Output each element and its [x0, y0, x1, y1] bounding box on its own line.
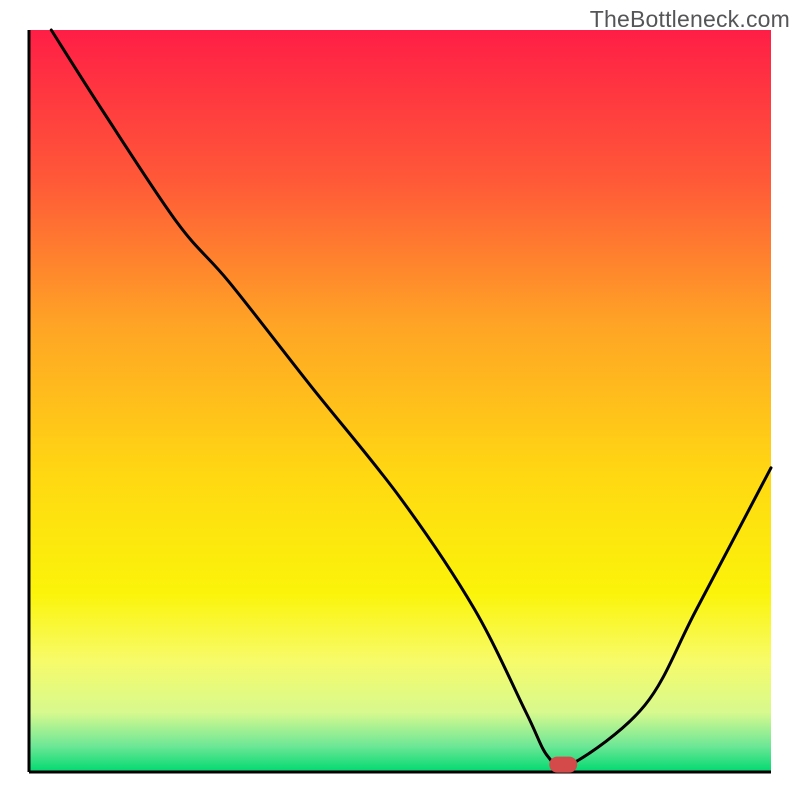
chart-svg	[0, 0, 800, 800]
optimal-point-marker	[549, 757, 577, 773]
watermark-text: TheBottleneck.com	[590, 6, 790, 33]
plot-area-bg	[29, 30, 771, 772]
bottleneck-chart: TheBottleneck.com	[0, 0, 800, 800]
